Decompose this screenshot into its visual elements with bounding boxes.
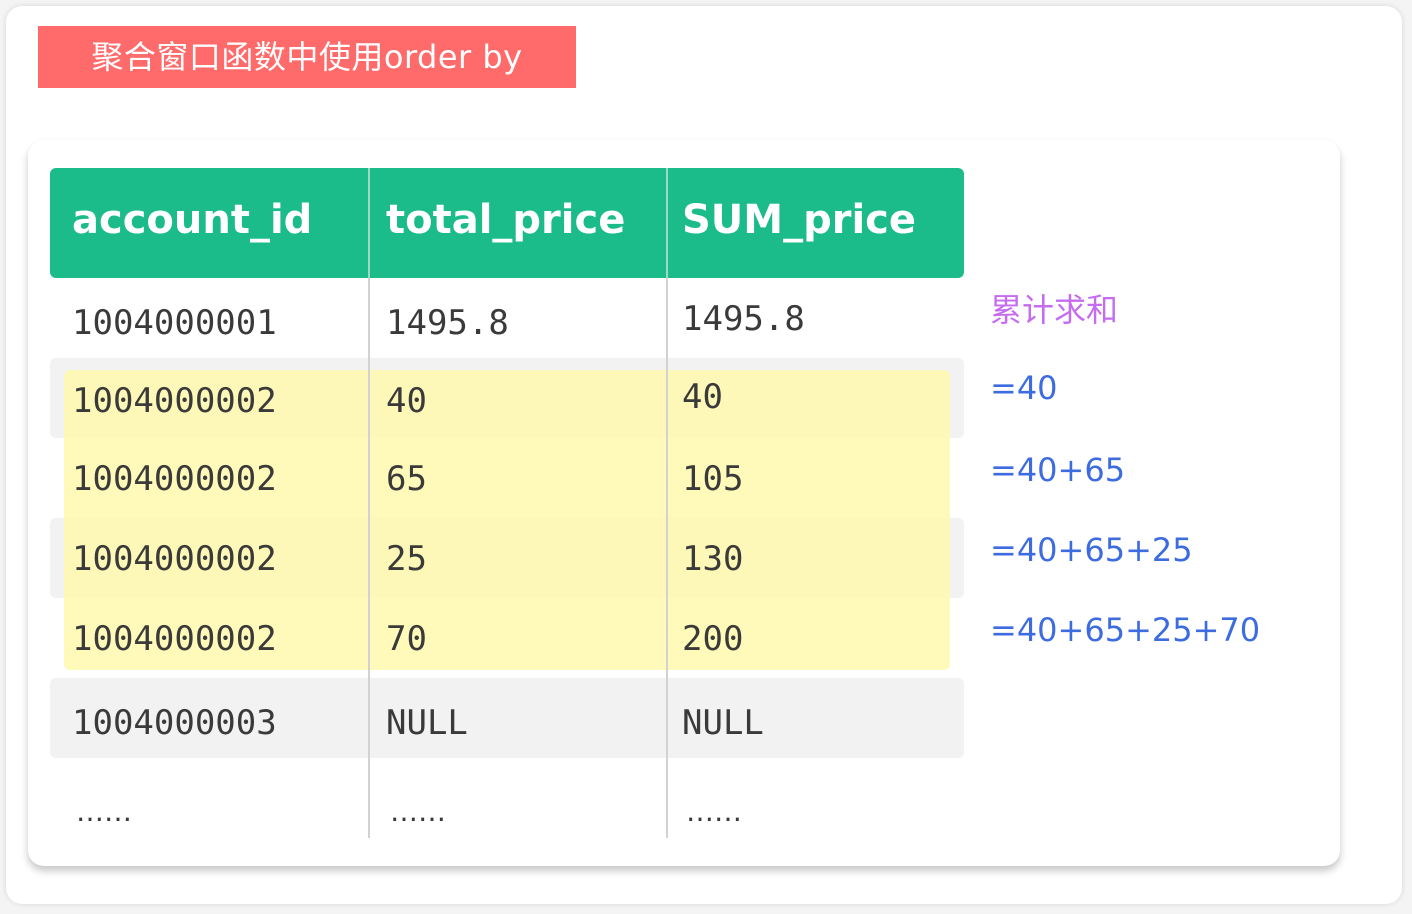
cumulative-sum-label: 累计求和 (990, 291, 1119, 329)
formula-annotation: =40+65+25 (990, 531, 1193, 569)
cell-sum-price: 40 (682, 377, 723, 417)
cell-ellipsis: …… (390, 795, 446, 828)
cell-account-id: 1004000003 (72, 703, 277, 743)
cell-sum-price: 105 (682, 459, 744, 499)
cell-ellipsis: …… (76, 795, 132, 828)
cell-total-price: NULL (386, 703, 468, 743)
header-divider (368, 168, 370, 278)
cell-sum-price: 1495.8 (682, 299, 805, 339)
cell-account-id: 1004000001 (72, 303, 277, 343)
cell-total-price: 65 (386, 459, 427, 499)
cell-account-id: 1004000002 (72, 619, 277, 659)
cell-sum-price: 200 (682, 619, 744, 659)
header-divider (666, 168, 668, 278)
column-header-total-price: total_price (386, 197, 626, 243)
cell-total-price: 25 (386, 539, 427, 579)
cell-ellipsis: …… (686, 795, 742, 828)
formula-annotation: =40 (990, 369, 1058, 407)
cell-sum-price: 130 (682, 539, 744, 579)
cell-account-id: 1004000002 (72, 539, 277, 579)
formula-annotation: =40+65 (990, 451, 1126, 489)
column-header-account-id: account_id (72, 197, 313, 243)
cell-total-price: 40 (386, 381, 427, 421)
page-title: 聚合窗口函数中使用order by (38, 26, 576, 88)
column-header-sum-price: SUM_price (682, 197, 917, 243)
cell-sum-price: NULL (682, 703, 764, 743)
cell-account-id: 1004000002 (72, 381, 277, 421)
cell-total-price: 1495.8 (386, 303, 509, 343)
cell-total-price: 70 (386, 619, 427, 659)
cell-account-id: 1004000002 (72, 459, 277, 499)
formula-annotation: =40+65+25+70 (990, 611, 1261, 649)
